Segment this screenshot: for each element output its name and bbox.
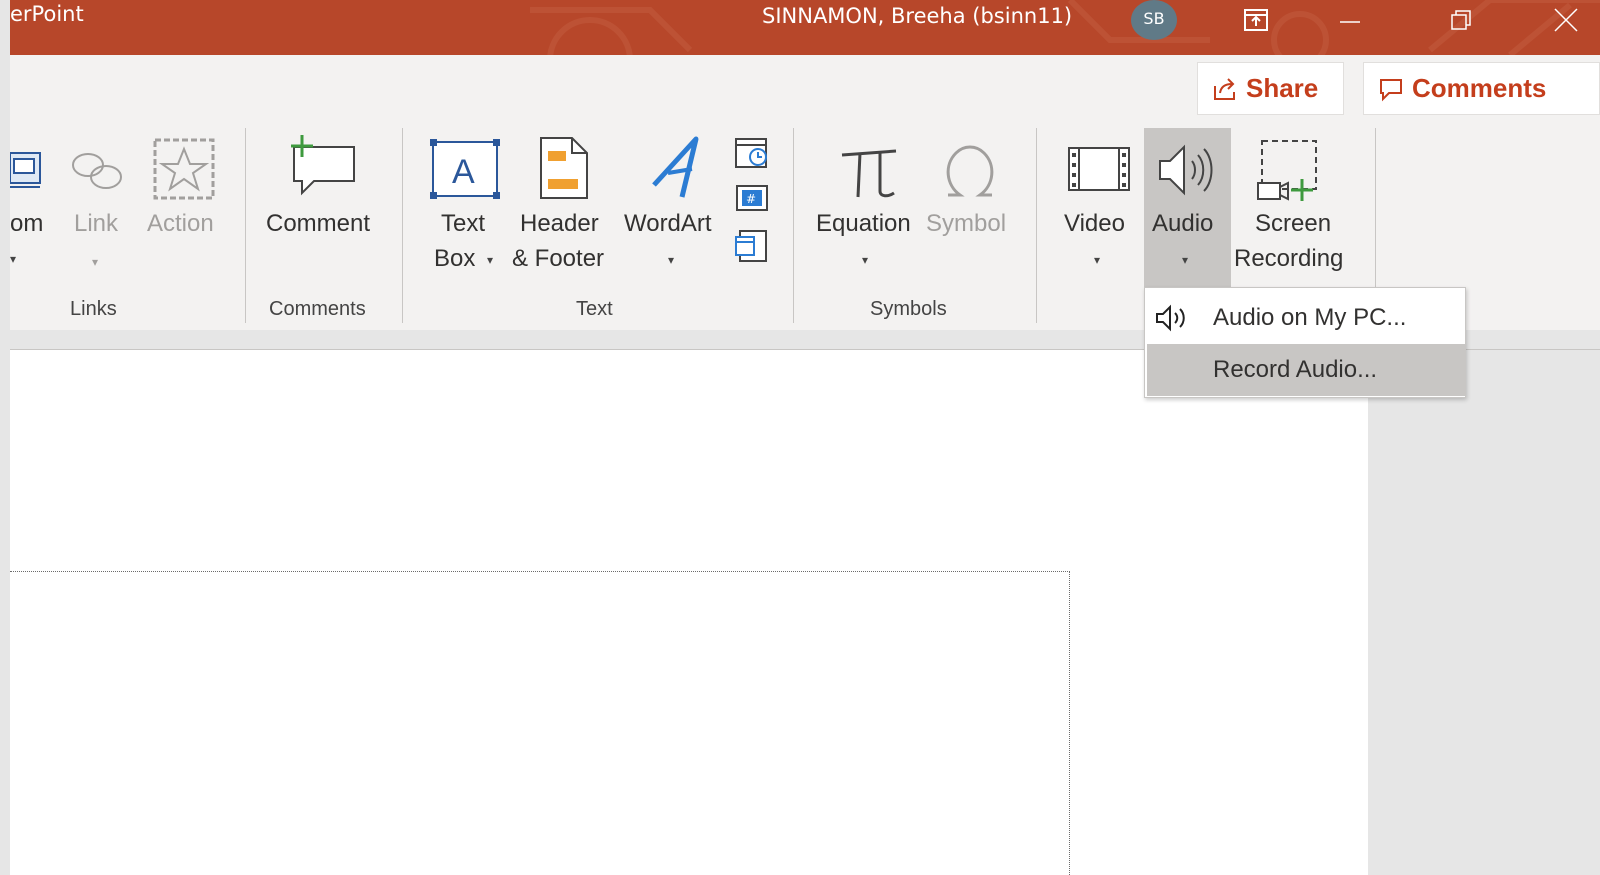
- comments-button[interactable]: Comments: [1363, 62, 1600, 115]
- links-group-label: Links: [70, 298, 117, 320]
- header-footer-label-line1[interactable]: Header: [520, 210, 599, 238]
- wordart-label[interactable]: WordArt: [624, 210, 712, 238]
- separator: [1036, 128, 1037, 323]
- svg-text:#: #: [746, 192, 756, 206]
- title-bar: erPoint SINNAMON, Breeha (bsinn11) SB: [10, 0, 1600, 55]
- menu-item-label: Record Audio...: [1213, 356, 1378, 383]
- screen-recording-label-line2[interactable]: Recording: [1234, 245, 1343, 273]
- speaker-icon[interactable]: [1156, 141, 1218, 203]
- share-label: Share: [1246, 73, 1319, 103]
- video-icon[interactable]: [1066, 145, 1132, 199]
- audio-dropdown-menu: Audio on My PC... Record Audio...: [1144, 287, 1466, 398]
- link-caret-icon[interactable]: ▾: [92, 255, 98, 269]
- text-group-label: Text: [576, 298, 613, 320]
- screen-recording-label-line1[interactable]: Screen: [1255, 210, 1331, 238]
- text-box-icon[interactable]: A: [430, 139, 500, 203]
- restore-icon[interactable]: [1443, 0, 1479, 40]
- comment-bubble-icon: [1380, 78, 1402, 101]
- share-icon: [1214, 77, 1235, 100]
- user-name[interactable]: SINNAMON, Breeha (bsinn11): [762, 4, 1072, 28]
- symbols-group-label: Symbols: [870, 298, 947, 320]
- editor-background: [1368, 350, 1600, 875]
- avatar[interactable]: SB: [1131, 0, 1177, 40]
- equation-caret-icon[interactable]: ▾: [862, 253, 868, 267]
- date-time-icon[interactable]: [732, 133, 772, 175]
- new-comment-icon[interactable]: [288, 133, 358, 201]
- comments-group-label: Comments: [269, 298, 366, 320]
- svg-text:A: A: [452, 153, 475, 191]
- audio-caret-icon[interactable]: ▾: [1182, 253, 1188, 267]
- wordart-caret-icon[interactable]: ▾: [668, 253, 674, 267]
- text-box-label-line1[interactable]: Text: [441, 210, 485, 238]
- speaker-icon: [1156, 304, 1185, 332]
- menu-item-record-audio[interactable]: Record Audio...: [1147, 344, 1465, 396]
- app-title: erPoint: [10, 2, 84, 26]
- header-footer-label-line2[interactable]: & Footer: [512, 245, 604, 273]
- zoom-label[interactable]: om: [10, 210, 43, 238]
- equation-icon[interactable]: [836, 141, 900, 205]
- equation-label[interactable]: Equation: [816, 210, 911, 238]
- menu-item-label: Audio on My PC...: [1213, 304, 1407, 331]
- ribbon-display-icon[interactable]: [1238, 0, 1274, 40]
- link-icon[interactable]: [66, 147, 130, 201]
- zoom-icon[interactable]: [9, 147, 50, 201]
- audio-label[interactable]: Audio: [1152, 210, 1213, 238]
- object-icon[interactable]: [734, 227, 774, 269]
- slide-canvas[interactable]: [10, 350, 1368, 875]
- content-placeholder[interactable]: [10, 571, 1070, 875]
- menu-item-audio-on-my-pc[interactable]: Audio on My PC...: [1147, 292, 1465, 344]
- wordart-icon[interactable]: [646, 135, 706, 205]
- header-footer-icon[interactable]: [538, 135, 590, 205]
- symbol-icon[interactable]: [940, 141, 1000, 205]
- text-box-caret-icon[interactable]: ▾: [487, 253, 493, 267]
- video-label[interactable]: Video: [1064, 210, 1125, 238]
- text-box-label-line2[interactable]: Box: [434, 245, 475, 273]
- link-label[interactable]: Link: [74, 210, 118, 238]
- separator: [793, 128, 794, 323]
- action-icon[interactable]: [152, 137, 216, 205]
- screen-recording-icon[interactable]: [1256, 135, 1326, 209]
- video-caret-icon[interactable]: ▾: [1094, 253, 1100, 267]
- separator: [402, 128, 403, 323]
- comment-label[interactable]: Comment: [266, 210, 370, 238]
- separator: [245, 128, 246, 323]
- comments-label: Comments: [1412, 73, 1547, 103]
- share-button[interactable]: Share: [1197, 62, 1344, 115]
- close-icon[interactable]: [1546, 0, 1586, 40]
- action-label[interactable]: Action: [147, 210, 214, 238]
- symbol-label[interactable]: Symbol: [926, 210, 1006, 238]
- zoom-caret-icon[interactable]: ▾: [10, 252, 16, 266]
- minimize-icon[interactable]: [1332, 0, 1368, 40]
- slide-number-icon[interactable]: #: [734, 183, 774, 217]
